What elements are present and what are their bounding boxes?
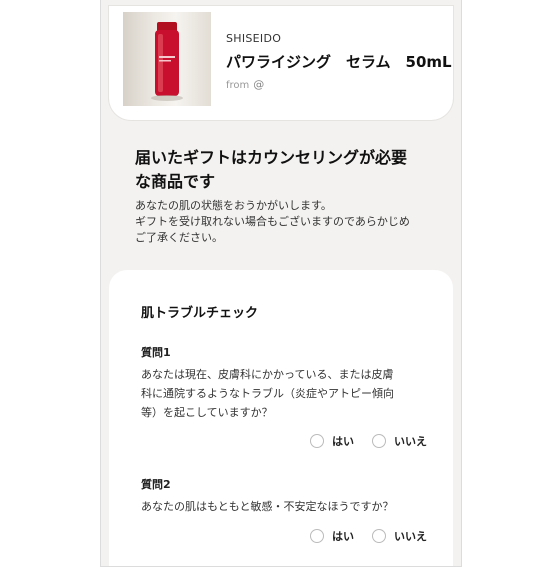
product-image bbox=[123, 12, 211, 106]
question-1-options: はい いいえ bbox=[310, 433, 427, 449]
question-1-text: あなたは現在、皮膚科にかかっている、または皮膚 科に通院するようなトラブル（炎症… bbox=[141, 365, 421, 422]
radio-button[interactable] bbox=[372, 529, 386, 543]
notice-heading-line: 届いたギフトはカウンセリングが必要 bbox=[135, 148, 408, 167]
from-line: from @ bbox=[226, 78, 264, 91]
product-name: パワライジング セラム 50mL bbox=[226, 53, 452, 71]
question-2-yes-option[interactable]: はい bbox=[310, 528, 354, 544]
question-text-line: あなたの肌はもともと敏感・不安定なほうですか？ bbox=[141, 500, 394, 513]
skin-check-card: 肌トラブルチェック 質問1 あなたは現在、皮膚科にかかっている、または皮膚 科に… bbox=[109, 270, 453, 566]
question-2-text: あなたの肌はもともと敏感・不安定なほうですか？ bbox=[141, 497, 421, 516]
notice-heading-line: な商品です bbox=[135, 172, 216, 191]
question-1-label: 質問1 bbox=[141, 346, 171, 359]
option-label: いいえ bbox=[394, 435, 427, 448]
notice-desc-line: あなたの肌の状態をおうかがいします。 bbox=[135, 199, 332, 212]
question-1-no-option[interactable]: いいえ bbox=[372, 433, 427, 449]
question-2-no-option[interactable]: いいえ bbox=[372, 528, 427, 544]
skin-check-title: 肌トラブルチェック bbox=[141, 306, 259, 321]
notice-desc-line: ご了承ください。 bbox=[135, 231, 223, 244]
question-text-line: あなたは現在、皮膚科にかかっている、または皮膚 bbox=[141, 368, 394, 381]
notice-description: あなたの肌の状態をおうかがいします。 ギフトを受け取れない場合もございますのであ… bbox=[135, 198, 435, 246]
product-card: SHISEIDO パワライジング セラム 50mL from @ bbox=[109, 6, 453, 120]
radio-button[interactable] bbox=[310, 434, 324, 448]
radio-button[interactable] bbox=[372, 434, 386, 448]
question-2-label: 質問2 bbox=[141, 478, 171, 491]
brand-name: SHISEIDO bbox=[226, 32, 282, 45]
from-sender: @ bbox=[253, 78, 265, 91]
radio-button[interactable] bbox=[310, 529, 324, 543]
option-label: いいえ bbox=[394, 530, 427, 543]
question-1-yes-option[interactable]: はい bbox=[310, 433, 354, 449]
notice-desc-line: ギフトを受け取れない場合もございますのであらかじめ bbox=[135, 215, 410, 228]
gift-page: SHISEIDO パワライジング セラム 50mL from @ 届いたギフトはカ… bbox=[100, 0, 462, 567]
question-text-line: 科に通院するようなトラブル（炎症やアトピー傾向 bbox=[141, 387, 394, 400]
option-label: はい bbox=[332, 435, 354, 448]
notice-heading: 届いたギフトはカウンセリングが必要 な商品です bbox=[135, 146, 435, 194]
option-label: はい bbox=[332, 530, 354, 543]
from-label: from bbox=[226, 80, 250, 91]
question-text-line: 等）を起こしていますか？ bbox=[141, 406, 273, 419]
question-2-options: はい いいえ bbox=[310, 528, 427, 544]
